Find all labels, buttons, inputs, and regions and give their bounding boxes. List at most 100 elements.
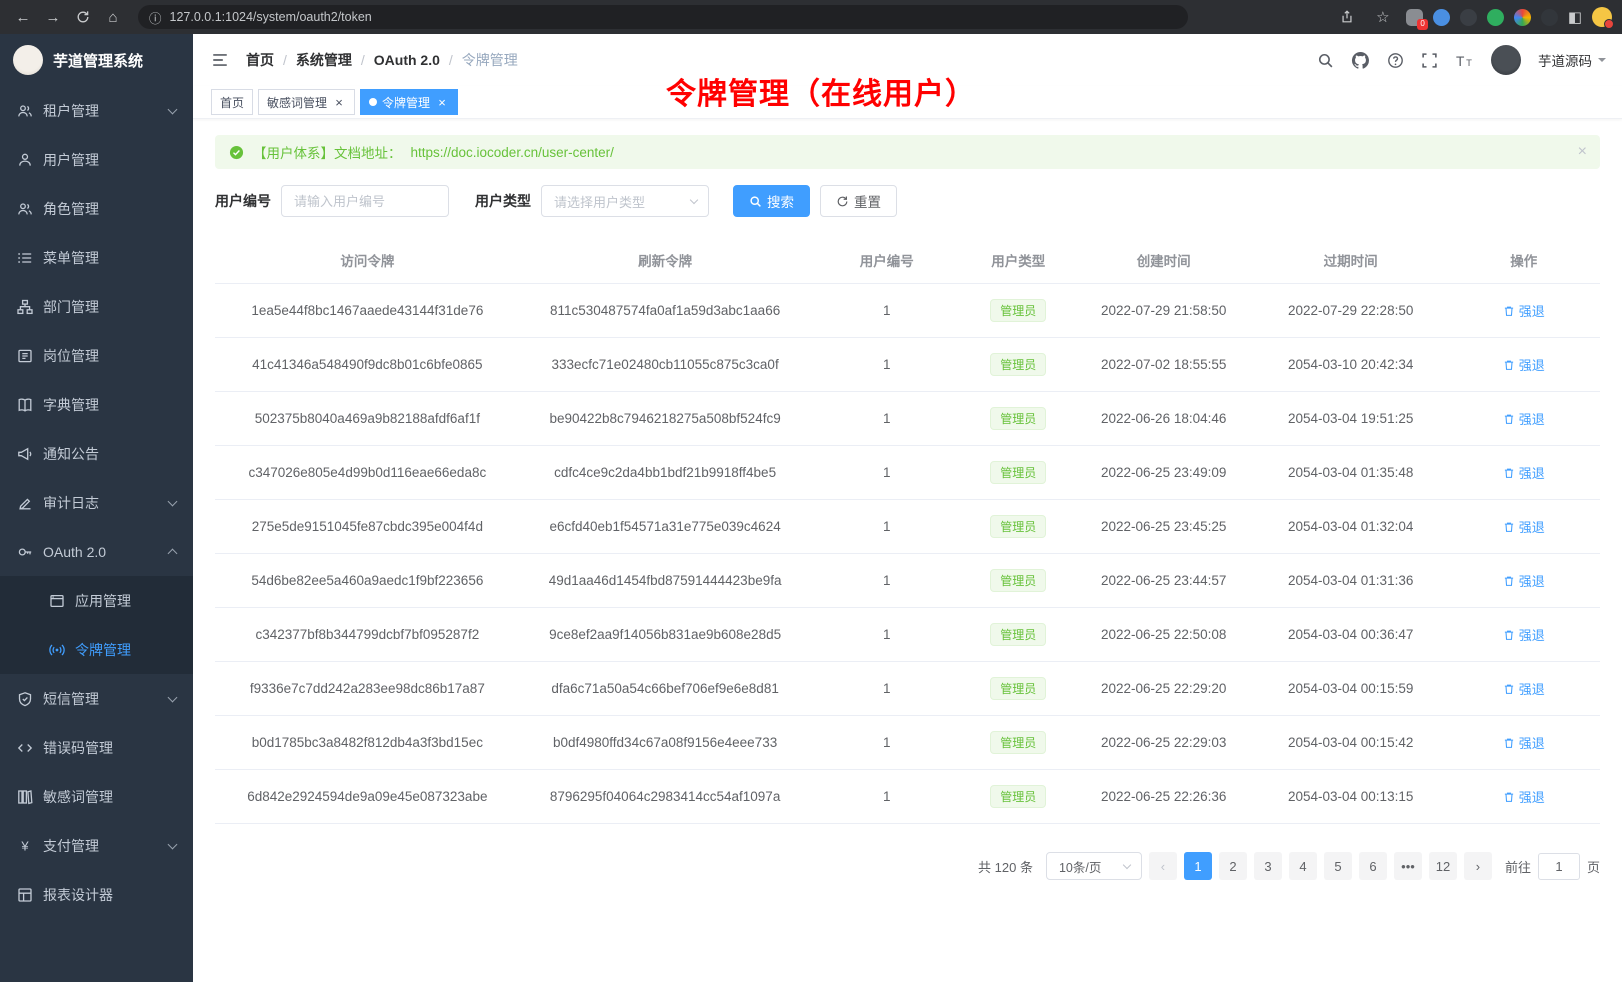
sidebar-item-department[interactable]: 部门管理 — [0, 282, 193, 331]
action-cell: 强退 — [1448, 608, 1600, 662]
sidebar-item-oauth2[interactable]: OAuth 2.0 — [0, 527, 193, 576]
breadcrumb-item[interactable]: 首页 — [246, 50, 274, 70]
user-type-badge: 管理员 — [990, 353, 1046, 376]
extension-icon-4[interactable] — [1487, 9, 1504, 26]
force-logout-button[interactable]: 强退 — [1503, 355, 1545, 374]
sidebar-item-sms[interactable]: 短信管理 — [0, 674, 193, 723]
home-icon[interactable]: ⌂ — [100, 4, 126, 30]
page-button-3[interactable]: 3 — [1254, 852, 1282, 880]
tab-token-management[interactable]: 令牌管理 × — [360, 89, 458, 115]
sidebar-item-dict[interactable]: 字典管理 — [0, 380, 193, 429]
page-button-4[interactable]: 4 — [1289, 852, 1317, 880]
user-type-cell: 管理员 — [963, 392, 1074, 446]
hamburger-icon[interactable] — [202, 42, 238, 78]
search-button[interactable]: 搜索 — [733, 185, 810, 217]
sidebar-item-post[interactable]: 岗位管理 — [0, 331, 193, 380]
site-info-icon[interactable]: ⓘ — [149, 8, 162, 27]
user-menu[interactable]: 芋道源码 — [1538, 50, 1606, 70]
shield-icon — [17, 691, 33, 707]
user-id-cell: 1 — [811, 554, 963, 608]
search-icon[interactable] — [1317, 52, 1334, 69]
force-logout-button[interactable]: 强退 — [1503, 787, 1545, 806]
action-cell: 强退 — [1448, 500, 1600, 554]
trash-icon — [1503, 737, 1515, 749]
sidebar-item-audit-log[interactable]: 审计日志 — [0, 478, 193, 527]
sidebar-item-label: OAuth 2.0 — [43, 544, 159, 560]
user-type-cell: 管理员 — [963, 716, 1074, 770]
share-icon[interactable] — [1334, 4, 1360, 30]
forward-icon[interactable]: → — [40, 4, 66, 30]
trash-icon — [1503, 791, 1515, 803]
help-icon[interactable] — [1387, 52, 1404, 69]
sidebar-item-oauth2-token[interactable]: 令牌管理 — [0, 625, 193, 674]
doc-link[interactable]: https://doc.iocoder.cn/user-center/ — [411, 145, 614, 160]
chevron-down-icon — [168, 104, 178, 114]
user-type-select[interactable]: 请选择用户类型 — [541, 185, 709, 217]
force-logout-button[interactable]: 强退 — [1503, 625, 1545, 644]
extension-icon-6[interactable] — [1541, 9, 1558, 26]
browser-profile-icon[interactable] — [1592, 7, 1612, 27]
page-button-2[interactable]: 2 — [1219, 852, 1247, 880]
chevron-down-icon — [1598, 58, 1606, 66]
extension-icon-5[interactable] — [1514, 9, 1531, 26]
tab-home[interactable]: 首页 — [211, 89, 253, 115]
force-logout-button[interactable]: 强退 — [1503, 409, 1545, 428]
page-button-6[interactable]: 6 — [1359, 852, 1387, 880]
next-page-button[interactable]: › — [1464, 852, 1492, 880]
app-logo[interactable]: 芋道管理系统 — [0, 34, 193, 86]
sidebar-item-oauth2-client[interactable]: 应用管理 — [0, 576, 193, 625]
goto-page-input[interactable] — [1538, 853, 1580, 880]
sidebar-item-sensitive-words[interactable]: 敏感词管理 — [0, 772, 193, 821]
force-logout-button[interactable]: 强退 — [1503, 301, 1545, 320]
font-size-icon[interactable]: TT — [1455, 52, 1474, 69]
sidebar-item-role[interactable]: 角色管理 — [0, 184, 193, 233]
force-logout-button[interactable]: 强退 — [1503, 679, 1545, 698]
prev-page-button[interactable]: ‹ — [1149, 852, 1177, 880]
user-type-badge: 管理员 — [990, 731, 1046, 754]
sidebar-item-payment[interactable]: ¥ 支付管理 — [0, 821, 193, 870]
more-pages-button[interactable]: ••• — [1394, 852, 1422, 880]
key-icon — [17, 544, 33, 560]
fullscreen-icon[interactable] — [1421, 52, 1438, 69]
tab-sensitive-words[interactable]: 敏感词管理 × — [258, 89, 355, 115]
address-bar[interactable]: ⓘ 127.0.0.1:1024/system/oauth2/token — [138, 5, 1188, 29]
user-id-input[interactable] — [281, 185, 449, 217]
extension-icon-3[interactable] — [1460, 9, 1477, 26]
page-size-select[interactable]: 10条/页 — [1046, 852, 1142, 880]
sidebar-item-user[interactable]: 用户管理 — [0, 135, 193, 184]
force-logout-button[interactable]: 强退 — [1503, 733, 1545, 752]
page-button-1[interactable]: 1 — [1184, 852, 1212, 880]
breadcrumb-item[interactable]: OAuth 2.0 — [374, 52, 440, 68]
created-at-cell: 2022-06-25 23:49:09 — [1074, 446, 1254, 500]
sidebar-item-error-code[interactable]: 错误码管理 — [0, 723, 193, 772]
back-icon[interactable]: ← — [10, 4, 36, 30]
force-logout-button[interactable]: 强退 — [1503, 463, 1545, 482]
extension-icon-2[interactable] — [1433, 9, 1450, 26]
close-icon[interactable]: × — [435, 95, 449, 109]
expires-at-cell: 2054-03-04 00:15:42 — [1254, 716, 1448, 770]
bookmark-star-icon[interactable]: ☆ — [1370, 4, 1396, 30]
github-icon[interactable] — [1351, 51, 1370, 70]
column-header: 用户编号 — [811, 237, 963, 284]
sidebar-item-menu[interactable]: 菜单管理 — [0, 233, 193, 282]
force-logout-button[interactable]: 强退 — [1503, 517, 1545, 536]
table-row: c342377bf8b344799dcbf7bf095287f2 9ce8ef2… — [215, 608, 1600, 662]
sidebar-item-tenant[interactable]: 租户管理 — [0, 86, 193, 135]
breadcrumb-item[interactable]: 系统管理 — [296, 50, 352, 70]
split-view-icon[interactable]: ◧ — [1568, 8, 1582, 26]
reset-button[interactable]: 重置 — [820, 185, 897, 217]
user-avatar[interactable] — [1491, 45, 1521, 75]
sidebar-item-notice[interactable]: 通知公告 — [0, 429, 193, 478]
page-button-5[interactable]: 5 — [1324, 852, 1352, 880]
force-logout-button[interactable]: 强退 — [1503, 571, 1545, 590]
menu-list-icon — [17, 250, 33, 266]
alert-text: 【用户体系】文档地址： — [253, 142, 402, 162]
page-button-12[interactable]: 12 — [1429, 852, 1457, 880]
sidebar-item-report-designer[interactable]: 报表设计器 — [0, 870, 193, 919]
action-cell: 强退 — [1448, 446, 1600, 500]
extension-icon-1[interactable]: 0 — [1406, 9, 1423, 26]
table-row: 502375b8040a469a9b82188afdf6af1f be90422… — [215, 392, 1600, 446]
close-icon[interactable]: × — [332, 95, 346, 109]
alert-close-icon[interactable]: × — [1578, 143, 1587, 161]
reload-icon[interactable] — [70, 4, 96, 30]
